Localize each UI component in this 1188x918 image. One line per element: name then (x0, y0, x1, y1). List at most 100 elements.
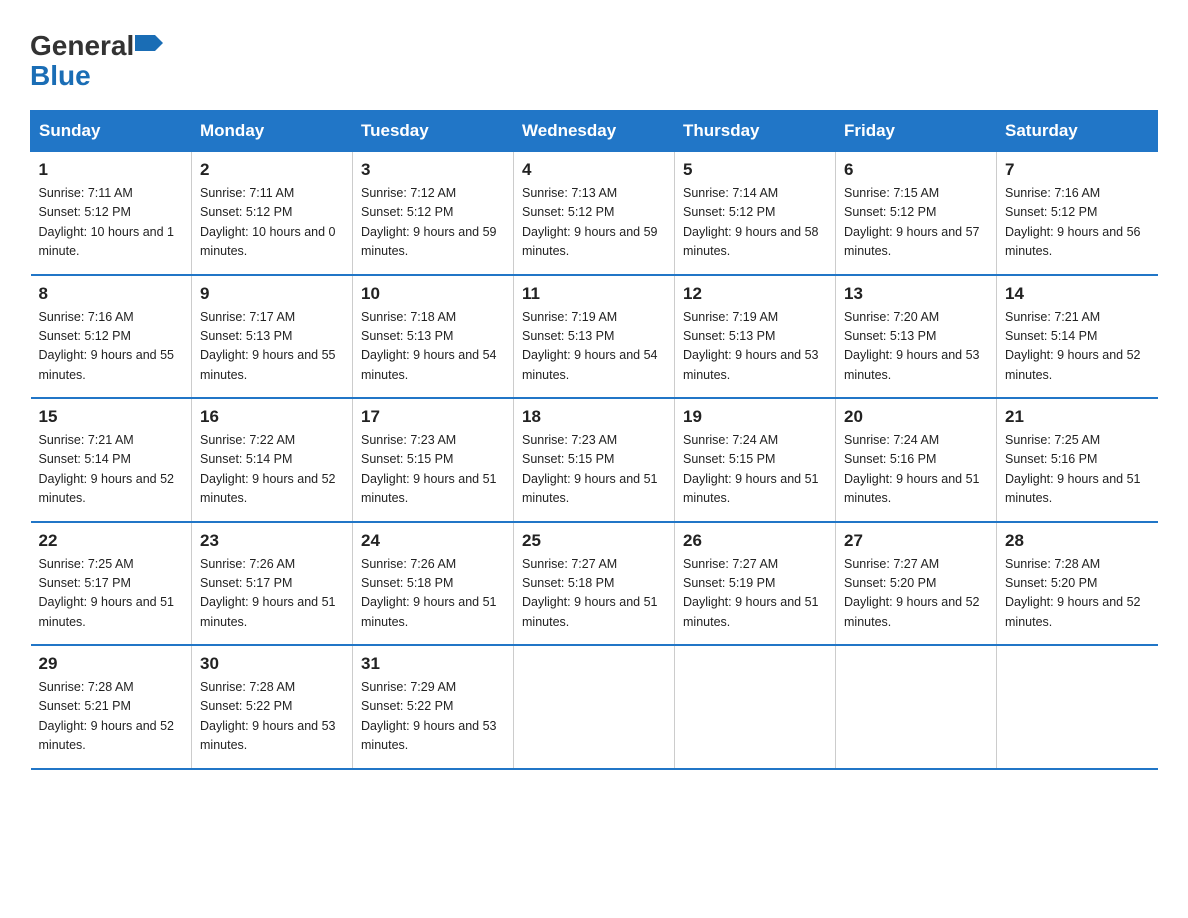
header-wednesday: Wednesday (514, 111, 675, 152)
day-number: 20 (844, 407, 988, 427)
day-cell: 4 Sunrise: 7:13 AMSunset: 5:12 PMDayligh… (514, 152, 675, 275)
day-number: 28 (1005, 531, 1150, 551)
day-cell: 3 Sunrise: 7:12 AMSunset: 5:12 PMDayligh… (353, 152, 514, 275)
day-number: 19 (683, 407, 827, 427)
day-number: 2 (200, 160, 344, 180)
day-cell: 22 Sunrise: 7:25 AMSunset: 5:17 PMDaylig… (31, 522, 192, 646)
day-number: 6 (844, 160, 988, 180)
day-number: 3 (361, 160, 505, 180)
day-number: 12 (683, 284, 827, 304)
day-cell: 11 Sunrise: 7:19 AMSunset: 5:13 PMDaylig… (514, 275, 675, 399)
day-cell: 29 Sunrise: 7:28 AMSunset: 5:21 PMDaylig… (31, 645, 192, 769)
day-number: 21 (1005, 407, 1150, 427)
day-info: Sunrise: 7:18 AMSunset: 5:13 PMDaylight:… (361, 310, 497, 382)
day-cell (675, 645, 836, 769)
day-number: 7 (1005, 160, 1150, 180)
day-cell: 20 Sunrise: 7:24 AMSunset: 5:16 PMDaylig… (836, 398, 997, 522)
day-cell: 21 Sunrise: 7:25 AMSunset: 5:16 PMDaylig… (997, 398, 1158, 522)
day-info: Sunrise: 7:25 AMSunset: 5:17 PMDaylight:… (39, 557, 175, 629)
day-info: Sunrise: 7:16 AMSunset: 5:12 PMDaylight:… (39, 310, 175, 382)
day-info: Sunrise: 7:23 AMSunset: 5:15 PMDaylight:… (361, 433, 497, 505)
day-number: 10 (361, 284, 505, 304)
day-cell: 30 Sunrise: 7:28 AMSunset: 5:22 PMDaylig… (192, 645, 353, 769)
week-row-5: 29 Sunrise: 7:28 AMSunset: 5:21 PMDaylig… (31, 645, 1158, 769)
day-info: Sunrise: 7:28 AMSunset: 5:21 PMDaylight:… (39, 680, 175, 752)
day-info: Sunrise: 7:13 AMSunset: 5:12 PMDaylight:… (522, 186, 658, 258)
calendar-header-row: SundayMondayTuesdayWednesdayThursdayFrid… (31, 111, 1158, 152)
day-info: Sunrise: 7:21 AMSunset: 5:14 PMDaylight:… (1005, 310, 1141, 382)
day-cell: 15 Sunrise: 7:21 AMSunset: 5:14 PMDaylig… (31, 398, 192, 522)
day-info: Sunrise: 7:14 AMSunset: 5:12 PMDaylight:… (683, 186, 819, 258)
day-cell: 25 Sunrise: 7:27 AMSunset: 5:18 PMDaylig… (514, 522, 675, 646)
day-number: 11 (522, 284, 666, 304)
day-cell: 28 Sunrise: 7:28 AMSunset: 5:20 PMDaylig… (997, 522, 1158, 646)
day-number: 13 (844, 284, 988, 304)
day-cell: 10 Sunrise: 7:18 AMSunset: 5:13 PMDaylig… (353, 275, 514, 399)
day-info: Sunrise: 7:25 AMSunset: 5:16 PMDaylight:… (1005, 433, 1141, 505)
day-cell: 1 Sunrise: 7:11 AMSunset: 5:12 PMDayligh… (31, 152, 192, 275)
header-monday: Monday (192, 111, 353, 152)
day-number: 8 (39, 284, 184, 304)
day-number: 23 (200, 531, 344, 551)
day-info: Sunrise: 7:23 AMSunset: 5:15 PMDaylight:… (522, 433, 658, 505)
day-cell (997, 645, 1158, 769)
day-info: Sunrise: 7:12 AMSunset: 5:12 PMDaylight:… (361, 186, 497, 258)
day-number: 27 (844, 531, 988, 551)
day-number: 9 (200, 284, 344, 304)
header-thursday: Thursday (675, 111, 836, 152)
day-info: Sunrise: 7:27 AMSunset: 5:19 PMDaylight:… (683, 557, 819, 629)
day-info: Sunrise: 7:28 AMSunset: 5:22 PMDaylight:… (200, 680, 336, 752)
day-cell: 26 Sunrise: 7:27 AMSunset: 5:19 PMDaylig… (675, 522, 836, 646)
day-number: 15 (39, 407, 184, 427)
day-info: Sunrise: 7:24 AMSunset: 5:16 PMDaylight:… (844, 433, 980, 505)
page-header: General Blue (30, 20, 1158, 92)
day-number: 30 (200, 654, 344, 674)
day-cell: 7 Sunrise: 7:16 AMSunset: 5:12 PMDayligh… (997, 152, 1158, 275)
day-cell: 6 Sunrise: 7:15 AMSunset: 5:12 PMDayligh… (836, 152, 997, 275)
day-number: 4 (522, 160, 666, 180)
day-number: 26 (683, 531, 827, 551)
day-info: Sunrise: 7:22 AMSunset: 5:14 PMDaylight:… (200, 433, 336, 505)
day-number: 14 (1005, 284, 1150, 304)
day-info: Sunrise: 7:27 AMSunset: 5:18 PMDaylight:… (522, 557, 658, 629)
day-cell: 9 Sunrise: 7:17 AMSunset: 5:13 PMDayligh… (192, 275, 353, 399)
day-info: Sunrise: 7:19 AMSunset: 5:13 PMDaylight:… (522, 310, 658, 382)
day-number: 18 (522, 407, 666, 427)
day-info: Sunrise: 7:19 AMSunset: 5:13 PMDaylight:… (683, 310, 819, 382)
day-info: Sunrise: 7:20 AMSunset: 5:13 PMDaylight:… (844, 310, 980, 382)
day-info: Sunrise: 7:17 AMSunset: 5:13 PMDaylight:… (200, 310, 336, 382)
day-cell: 12 Sunrise: 7:19 AMSunset: 5:13 PMDaylig… (675, 275, 836, 399)
day-cell: 17 Sunrise: 7:23 AMSunset: 5:15 PMDaylig… (353, 398, 514, 522)
header-friday: Friday (836, 111, 997, 152)
day-cell: 31 Sunrise: 7:29 AMSunset: 5:22 PMDaylig… (353, 645, 514, 769)
day-cell: 27 Sunrise: 7:27 AMSunset: 5:20 PMDaylig… (836, 522, 997, 646)
day-number: 5 (683, 160, 827, 180)
week-row-1: 1 Sunrise: 7:11 AMSunset: 5:12 PMDayligh… (31, 152, 1158, 275)
day-number: 16 (200, 407, 344, 427)
day-number: 1 (39, 160, 184, 180)
day-info: Sunrise: 7:21 AMSunset: 5:14 PMDaylight:… (39, 433, 175, 505)
logo-blue-label: Blue (30, 60, 91, 91)
day-number: 22 (39, 531, 184, 551)
day-number: 17 (361, 407, 505, 427)
day-info: Sunrise: 7:27 AMSunset: 5:20 PMDaylight:… (844, 557, 980, 629)
day-number: 29 (39, 654, 184, 674)
day-number: 25 (522, 531, 666, 551)
day-info: Sunrise: 7:15 AMSunset: 5:12 PMDaylight:… (844, 186, 980, 258)
logo-blue-row: Blue (30, 60, 91, 92)
logo: General Blue (30, 30, 163, 92)
day-cell: 13 Sunrise: 7:20 AMSunset: 5:13 PMDaylig… (836, 275, 997, 399)
header-tuesday: Tuesday (353, 111, 514, 152)
day-cell: 24 Sunrise: 7:26 AMSunset: 5:18 PMDaylig… (353, 522, 514, 646)
day-info: Sunrise: 7:24 AMSunset: 5:15 PMDaylight:… (683, 433, 819, 505)
day-number: 24 (361, 531, 505, 551)
logo-row: General (30, 30, 163, 62)
header-sunday: Sunday (31, 111, 192, 152)
day-info: Sunrise: 7:28 AMSunset: 5:20 PMDaylight:… (1005, 557, 1141, 629)
day-cell: 23 Sunrise: 7:26 AMSunset: 5:17 PMDaylig… (192, 522, 353, 646)
week-row-2: 8 Sunrise: 7:16 AMSunset: 5:12 PMDayligh… (31, 275, 1158, 399)
day-cell: 18 Sunrise: 7:23 AMSunset: 5:15 PMDaylig… (514, 398, 675, 522)
day-cell: 8 Sunrise: 7:16 AMSunset: 5:12 PMDayligh… (31, 275, 192, 399)
day-cell: 16 Sunrise: 7:22 AMSunset: 5:14 PMDaylig… (192, 398, 353, 522)
day-info: Sunrise: 7:29 AMSunset: 5:22 PMDaylight:… (361, 680, 497, 752)
